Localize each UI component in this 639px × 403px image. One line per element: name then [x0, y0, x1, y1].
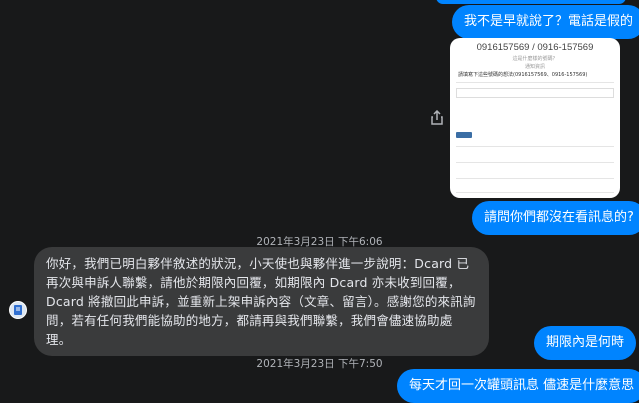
message-bubble-outgoing: 每天才回一次罐頭訊息 儘速是什麼意思 [397, 369, 639, 403]
screenshot-field [456, 88, 614, 98]
screenshot-line: 請填寫下這些號碼的想法(0916157569、0916-157569) [458, 72, 588, 78]
share-icon[interactable] [430, 109, 444, 130]
screenshot-space [456, 102, 614, 110]
divider [456, 192, 614, 193]
message-bubble-outgoing: 請問你們都沒在看訊息的? [472, 201, 639, 235]
divider [456, 146, 614, 147]
screenshot-small: 通知資訊 [524, 64, 545, 70]
screenshot-submit [456, 132, 472, 138]
screenshot-title: 0916157569 / 0916-157569 [476, 42, 594, 53]
screenshot-subtitle: 這是什麼樣的號碼？ [512, 56, 558, 62]
message-bubble-partial [436, 0, 626, 4]
divider [456, 178, 614, 179]
dcard-avatar-icon[interactable] [9, 301, 27, 319]
shared-image-screenshot[interactable]: 0916157569 / 0916-157569 這是什麼樣的號碼？ 通知資訊 … [450, 38, 620, 198]
divider [456, 162, 614, 163]
divider [456, 82, 614, 83]
message-bubble-outgoing: 我不是早就說了？電話是假的 [452, 5, 639, 39]
message-bubble-incoming: 你好，我們已明白夥伴敘述的狀況，小天使也與夥伴進一步說明：Dcard 已再次與申… [34, 247, 489, 356]
message-bubble-outgoing: 期限內是何時 [534, 326, 637, 360]
